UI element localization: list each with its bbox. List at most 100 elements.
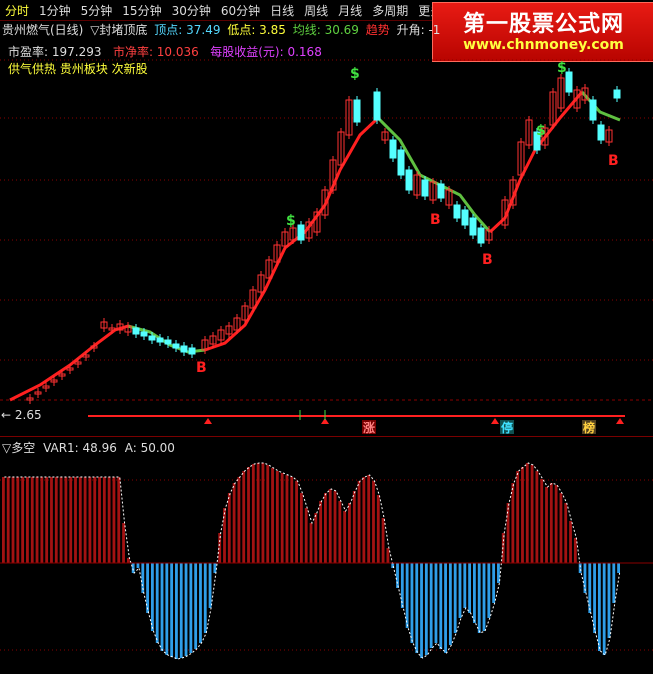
bear-bar [448, 563, 452, 645]
bull-bar [6, 477, 10, 563]
bear-bar [607, 563, 611, 638]
bull-bar [525, 463, 529, 563]
trend-line-up [9, 324, 129, 402]
bull-bar [304, 508, 308, 563]
bull-bar [54, 477, 58, 563]
bear-bar [458, 563, 462, 618]
bear-bar [410, 563, 414, 643]
bull-bar [376, 495, 380, 563]
bull-bar [227, 493, 231, 563]
bull-bar [232, 483, 236, 563]
bull-bar [83, 477, 87, 563]
bull-bar [381, 518, 385, 563]
sell-signal-marker: B [196, 360, 207, 376]
bull-bar [299, 493, 303, 563]
bear-bar [203, 563, 207, 633]
bear-bar [415, 563, 419, 653]
buy-signal-marker: $ [350, 66, 360, 82]
bull-bar [352, 491, 356, 563]
bull-bar [275, 471, 279, 563]
bear-bar [179, 563, 183, 658]
bull-bar [266, 465, 270, 563]
bull-bar [530, 465, 534, 563]
bear-bar [468, 563, 472, 613]
event-arrow [616, 418, 624, 424]
bear-bar [578, 563, 582, 573]
candle-down [589, 99, 597, 121]
bear-bar [396, 563, 399, 588]
bull-bar [242, 471, 246, 563]
candle-down [140, 331, 148, 337]
bear-bar [189, 563, 193, 653]
bear-bar [477, 563, 481, 633]
limit-up-label: 涨 [363, 420, 375, 435]
bull-bar [112, 477, 116, 563]
bear-bar [453, 563, 457, 633]
bear-bar [463, 563, 467, 608]
bear-bar [612, 563, 616, 603]
candle-down [461, 209, 469, 226]
bull-bar [338, 501, 342, 563]
candle-down [477, 227, 485, 244]
bear-bar [131, 563, 135, 573]
bull-bar [74, 477, 77, 563]
candle-down [437, 183, 445, 199]
bull-bar [545, 487, 548, 563]
bull-bar [45, 477, 49, 563]
kline-chart[interactable]: $ $ $ $ B B B B 涨 停 榜 [0, 0, 653, 674]
bull-bar [107, 477, 111, 563]
sell-signal-marker: B [482, 252, 493, 268]
bear-bar [439, 563, 443, 649]
bull-bar [573, 538, 577, 563]
bull-bar [117, 477, 121, 563]
bull-bar [102, 477, 106, 563]
candle-down [469, 217, 477, 236]
bear-bar [208, 563, 212, 608]
bull-bar [98, 477, 101, 563]
bull-bar [516, 471, 520, 563]
bull-bar [280, 473, 284, 563]
bear-bar [420, 563, 423, 658]
bull-bar [372, 481, 375, 563]
bull-bar [40, 477, 44, 563]
bull-bar [314, 513, 318, 563]
bear-bar [213, 563, 217, 573]
bear-bar [150, 563, 154, 631]
bull-bar [93, 477, 97, 563]
bull-bar [88, 477, 92, 563]
bear-bar [199, 563, 202, 643]
candle-down [453, 204, 461, 219]
bull-bar [64, 477, 68, 563]
bear-bar [482, 563, 486, 631]
bear-bar [597, 563, 601, 651]
bear-bar [593, 563, 596, 633]
candle-down [172, 343, 180, 349]
bear-bar [487, 563, 491, 618]
bear-bar [175, 563, 178, 659]
bull-bar [21, 477, 25, 563]
bull-bar [26, 477, 29, 563]
candle-down [565, 71, 573, 93]
bull-bar [256, 463, 260, 563]
bull-bar [564, 503, 568, 563]
bull-bar [290, 477, 294, 563]
bear-bar [492, 563, 496, 603]
candle-down [188, 347, 196, 355]
halt-label: 停 [501, 420, 513, 435]
bull-bar [357, 481, 361, 563]
sell-signal-marker: B [430, 212, 441, 228]
candle-down [180, 345, 188, 353]
bull-bar [309, 523, 313, 563]
bull-bar [535, 471, 539, 563]
bull-bar [540, 479, 544, 563]
bull-bar [559, 493, 563, 563]
trend-line-up [204, 116, 380, 352]
event-arrow [491, 418, 499, 424]
bull-bar [35, 477, 39, 563]
candle-down [397, 149, 405, 176]
bull-bar [554, 485, 558, 563]
candle-down [353, 99, 361, 123]
bull-bar [295, 481, 298, 563]
bear-bar [444, 563, 447, 653]
bull-bar [78, 477, 82, 563]
